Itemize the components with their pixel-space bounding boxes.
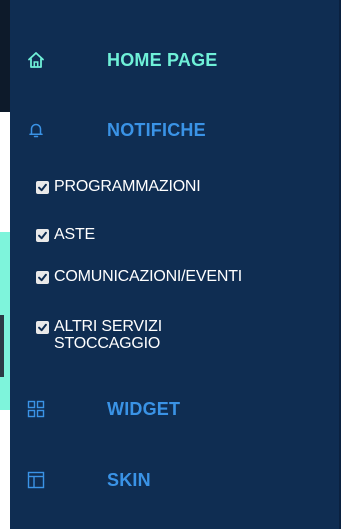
checkbox-checked[interactable] [36,321,49,334]
menu-item-widget-label: WIDGET [107,398,181,419]
page: HOME PAGE NOTIFICHE PROGRAMMAZIONI ASTE … [0,0,349,529]
menu-item-home-page[interactable]: HOME PAGE [10,47,339,73]
checkbox-checked[interactable] [36,181,49,194]
checkbox-checked[interactable] [36,229,49,242]
checkbox-checked[interactable] [36,271,49,284]
notification-option-comunicazioni-eventi[interactable]: COMUNICAZIONI/EVENTI [36,268,242,285]
option-label: ASTE [54,226,95,243]
side-menu: HOME PAGE NOTIFICHE PROGRAMMAZIONI ASTE … [10,0,339,529]
background-gray-block [0,315,4,377]
grid-icon [26,399,46,419]
menu-item-notifiche[interactable]: NOTIFICHE [10,117,339,143]
option-label: PROGRAMMAZIONI [54,178,201,195]
menu-item-notifiche-label: NOTIFICHE [107,119,206,140]
notification-option-altri-servizi-stoccaggio[interactable]: ALTRI SERVIZI STOCCAGGIO [36,318,254,352]
notification-option-programmazioni[interactable]: PROGRAMMAZIONI [36,178,201,195]
option-label: ALTRI SERVIZI STOCCAGGIO [54,318,162,352]
menu-item-home-page-label: HOME PAGE [107,49,218,70]
notification-option-aste[interactable]: ASTE [36,226,95,243]
menu-item-skin-label: SKIN [107,469,151,490]
menu-item-skin[interactable]: SKIN [10,467,339,493]
menu-item-widget[interactable]: WIDGET [10,396,339,422]
home-icon [26,50,46,70]
background-content-strip [0,0,10,529]
layout-icon [26,470,46,490]
bell-icon [26,120,46,140]
option-label: COMUNICAZIONI/EVENTI [54,268,243,285]
background-dark-block [0,0,10,112]
